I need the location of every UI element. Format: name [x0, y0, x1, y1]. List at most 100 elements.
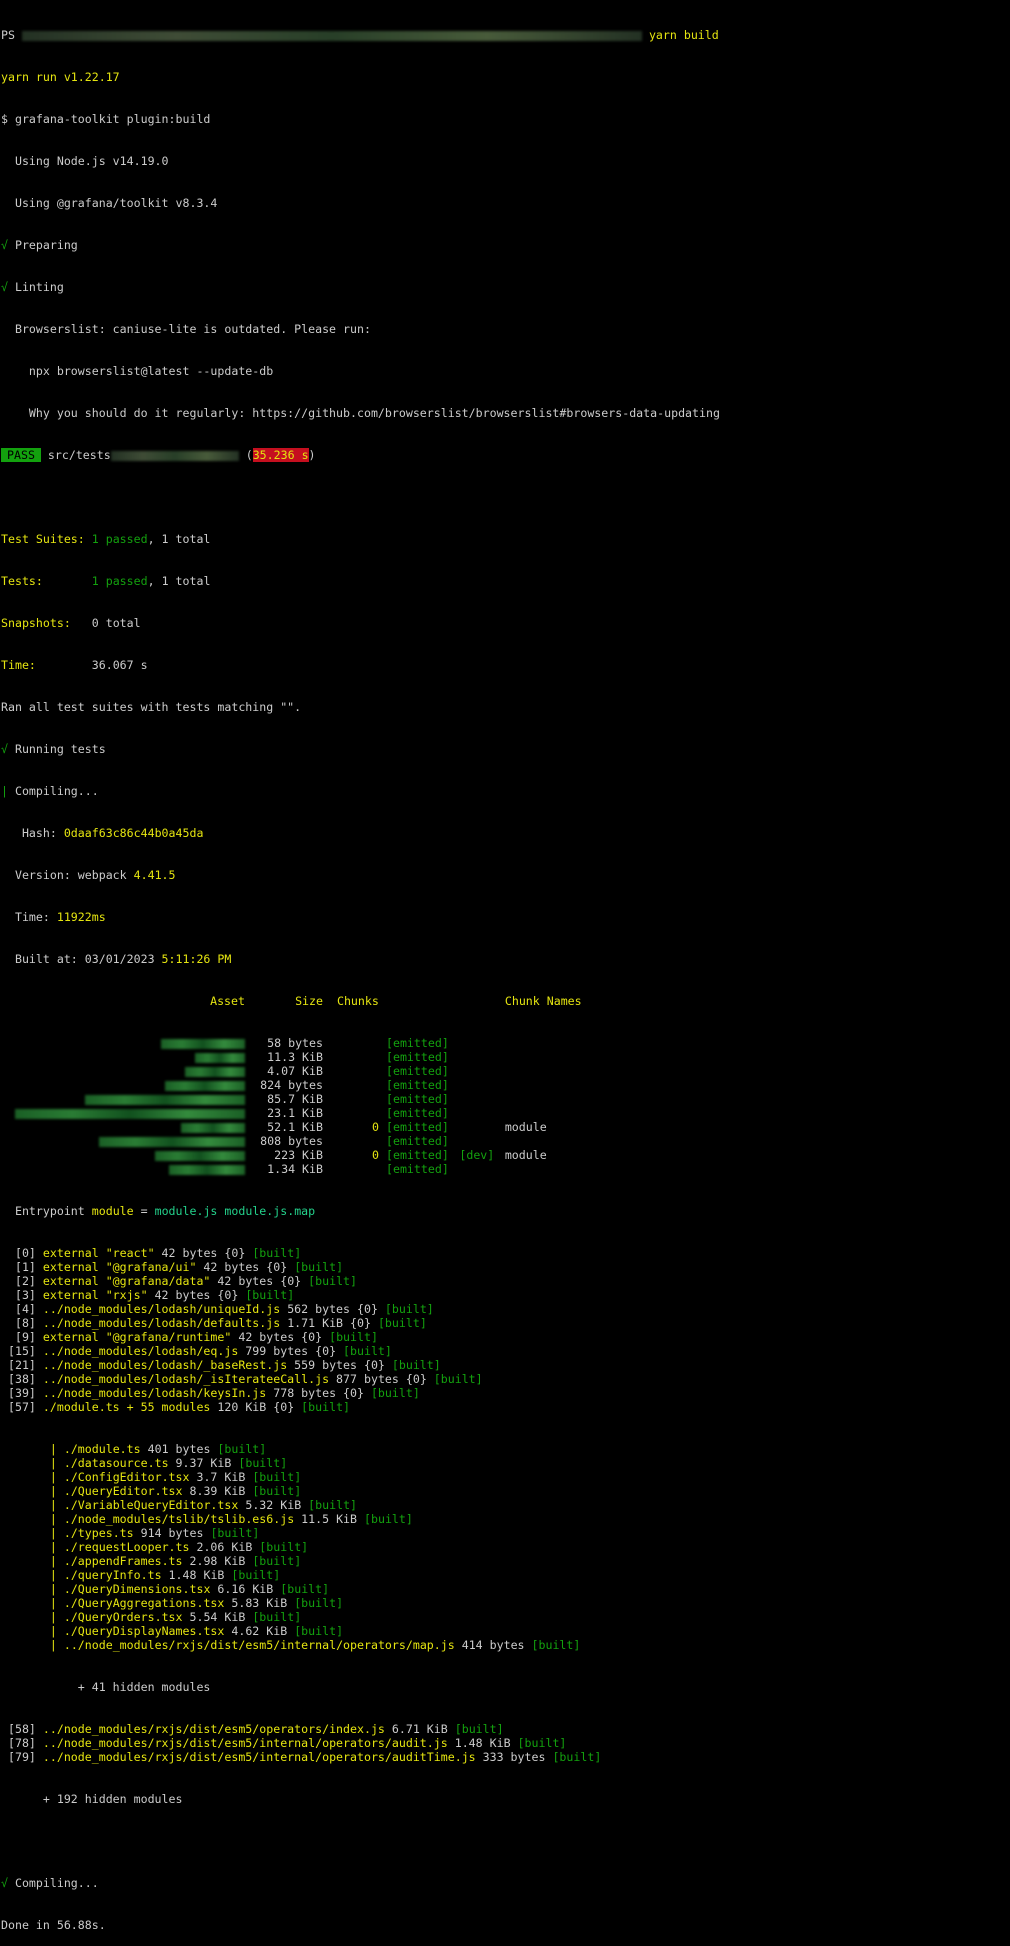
- submodule-path: ./QueryDisplayNames.tsx: [63, 1624, 225, 1638]
- submodule-path: ./appendFrames.ts: [63, 1554, 183, 1568]
- module-list-2: [58] ../node_modules/rxjs/dist/esm5/oper…: [1, 1722, 1009, 1764]
- submodule-size: 914 bytes: [133, 1526, 211, 1540]
- asset-table: 58 bytes [emitted] 11.3 KiB [emitted] 4.07…: [1, 1036, 1009, 1176]
- module-size: 42 bytes {0}: [147, 1288, 246, 1302]
- submodule-built: [built]: [294, 1596, 344, 1610]
- done-line: Done in 56.88s.: [1, 1918, 106, 1932]
- submodule-size: 3.7 KiB: [189, 1470, 253, 1484]
- module-id: [21]: [1, 1358, 36, 1372]
- module-built: [built]: [384, 1302, 434, 1316]
- webpack-version-line: Version: webpack 4.41.5: [1, 868, 176, 882]
- module-row: [0] external "react" 42 bytes {0} [built…: [1, 1246, 1009, 1260]
- hash-line: Hash: 0daaf63c86c44b0a45da: [1, 826, 204, 840]
- module-path: ../node_modules/lodash/keysIn.js: [35, 1386, 267, 1400]
- submodule-size: 5.54 KiB: [182, 1610, 253, 1624]
- submodule-row: | ./QueryEditor.tsx 8.39 KiB [built]: [1, 1484, 1009, 1498]
- redacted-path: [21, 30, 642, 41]
- module-built: [built]: [552, 1750, 602, 1764]
- asset-row: 1.34 KiB [emitted]: [1, 1162, 1009, 1176]
- tree-pipe: |: [49, 1498, 57, 1512]
- module-size: 6.71 KiB: [384, 1722, 455, 1736]
- module-path: external "rxjs": [35, 1288, 148, 1302]
- redacted-asset-name: [85, 1094, 245, 1105]
- asset-table-header: Asset Size Chunks Chunk Names: [210, 994, 582, 1008]
- submodule-built: [built]: [294, 1624, 344, 1638]
- module-built: [built]: [517, 1736, 567, 1750]
- asset-dev: [dev]: [459, 1148, 495, 1162]
- asset-size: 4.07 KiB: [267, 1064, 323, 1078]
- asset-name-cell: [1, 1078, 245, 1092]
- asset-size: 58 bytes: [267, 1036, 323, 1050]
- module-row: [57] ./module.ts + 55 modules 120 KiB {0…: [1, 1400, 1009, 1414]
- tests-line: Tests: 1 passed, 1 total: [1, 574, 211, 588]
- module-path: ../node_modules/lodash/_isIterateeCall.j…: [35, 1372, 330, 1386]
- module-path: ../node_modules/lodash/_baseRest.js: [35, 1358, 288, 1372]
- module-built: [built]: [391, 1358, 441, 1372]
- submodule-size: 4.62 KiB: [224, 1624, 295, 1638]
- check-icon: √: [1, 238, 8, 252]
- module-size: 333 bytes: [475, 1750, 553, 1764]
- module-built: [built]: [252, 1246, 302, 1260]
- running-tests-line: √ Running tests: [1, 742, 106, 756]
- asset-chunk: 0: [372, 1148, 379, 1162]
- build-time-line: Time: 11922ms: [1, 910, 106, 924]
- module-size: 778 bytes {0}: [266, 1386, 371, 1400]
- module-built: [built]: [454, 1722, 504, 1736]
- submodule-row: | ../node_modules/rxjs/dist/esm5/interna…: [1, 1638, 1009, 1652]
- asset-row: 4.07 KiB [emitted]: [1, 1064, 1009, 1078]
- submodule-path: ./QueryDimensions.tsx: [63, 1582, 211, 1596]
- redacted-test-name: [110, 450, 239, 461]
- module-row: [39] ../node_modules/lodash/keysIn.js 77…: [1, 1386, 1009, 1400]
- module-size: 1.71 KiB {0}: [280, 1316, 378, 1330]
- asset-name-cell: [1, 1036, 245, 1050]
- tree-pipe: |: [49, 1484, 57, 1498]
- prompt-line: PS yarn build: [1, 28, 719, 42]
- redacted-asset-name: [185, 1066, 245, 1077]
- tree-pipe: |: [49, 1624, 57, 1638]
- module-path: ../node_modules/rxjs/dist/esm5/operators…: [35, 1722, 385, 1736]
- tree-pipe: |: [49, 1568, 57, 1582]
- pass-badge: PASS: [1, 448, 41, 462]
- module-size: 120 KiB {0}: [210, 1400, 302, 1414]
- submodule-built: [built]: [252, 1610, 302, 1624]
- module-id: [3]: [1, 1288, 36, 1302]
- module-id: [1]: [1, 1260, 36, 1274]
- asset-row: 58 bytes [emitted]: [1, 1036, 1009, 1050]
- submodule-row: | ./types.ts 914 bytes [built]: [1, 1526, 1009, 1540]
- submodule-built: [built]: [364, 1512, 413, 1526]
- terminal-output[interactable]: PS yarn build yarn run v1.22.17 $ grafan…: [1, 0, 1009, 1932]
- module-id: [15]: [1, 1344, 36, 1358]
- module-size: 559 bytes {0}: [287, 1358, 392, 1372]
- submodule-path: ./QueryOrders.tsx: [63, 1610, 183, 1624]
- module-id: [58]: [1, 1722, 36, 1736]
- module-built: [built]: [377, 1316, 427, 1330]
- preparing-line: √ Preparing: [1, 238, 78, 252]
- module-path: external "@grafana/runtime": [35, 1330, 232, 1344]
- submodule-built: [built]: [259, 1540, 309, 1554]
- module-row: [78] ../node_modules/rxjs/dist/esm5/inte…: [1, 1736, 1009, 1750]
- module-path: ../node_modules/lodash/defaults.js: [35, 1316, 281, 1330]
- browserslist-line-1: Browserslist: caniuse-lite is outdated. …: [1, 322, 371, 336]
- submodule-path: ../node_modules/rxjs/dist/esm5/internal/…: [63, 1638, 455, 1652]
- asset-size: 1.34 KiB: [267, 1162, 323, 1176]
- asset-size: 824 bytes: [260, 1078, 323, 1092]
- slow-time-badge: 35.236 s: [252, 448, 309, 462]
- module-path: external "@grafana/data": [35, 1274, 211, 1288]
- module-path: ../node_modules/lodash/uniqueId.js: [35, 1302, 281, 1316]
- submodule-size: 6.16 KiB: [210, 1582, 281, 1596]
- submodule-built: [built]: [252, 1484, 302, 1498]
- module-path: external "react": [35, 1246, 155, 1260]
- asset-chunk: 0: [372, 1120, 379, 1134]
- module-id: [57]: [1, 1400, 36, 1414]
- module-row: [79] ../node_modules/rxjs/dist/esm5/inte…: [1, 1750, 1009, 1764]
- module-size: 1.48 KiB: [447, 1736, 518, 1750]
- test-suites-line: Test Suites: 1 passed, 1 total: [1, 532, 211, 546]
- submodule-size: 2.06 KiB: [189, 1540, 260, 1554]
- module-row: [9] external "@grafana/runtime" 42 bytes…: [1, 1330, 1009, 1344]
- compiling-line: | Compiling...: [1, 784, 99, 798]
- module-list: [0] external "react" 42 bytes {0} [built…: [1, 1246, 1009, 1414]
- redacted-asset-name: [99, 1136, 245, 1147]
- tree-pipe: |: [49, 1638, 57, 1652]
- asset-row: 11.3 KiB [emitted]: [1, 1050, 1009, 1064]
- module-row: [4] ../node_modules/lodash/uniqueId.js 5…: [1, 1302, 1009, 1316]
